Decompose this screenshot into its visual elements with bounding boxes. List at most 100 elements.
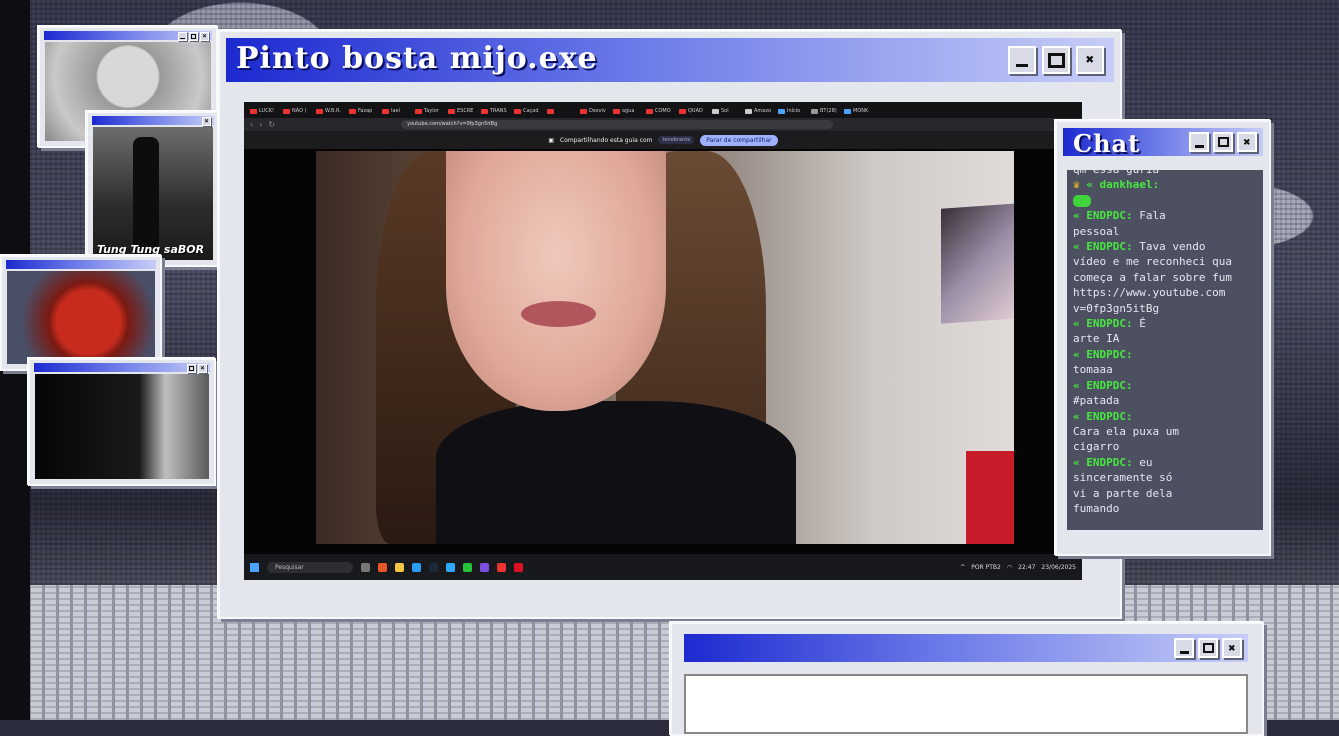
browser-tab[interactable]: lael (382, 106, 412, 116)
window-controls: ✖ (1189, 132, 1257, 152)
close-button[interactable]: × (200, 32, 209, 41)
clock-time[interactable]: 22:47 (1018, 564, 1035, 571)
browser-tab[interactable]: Fazap (349, 106, 379, 116)
browser-tab[interactable]: MONK (844, 106, 874, 116)
emote-icon (1073, 194, 1091, 207)
windows-taskbar: Pesquisar ^ POR PTB2 ◠ 22:47 23/06/2025 (244, 554, 1082, 580)
browser-tab-active[interactable] (547, 106, 577, 116)
url-field[interactable]: youtube.com/watch?v=0fp3gn5itBg (401, 120, 834, 129)
browser-tab[interactable]: BT(28) (811, 106, 841, 116)
chat-text: É (1132, 317, 1146, 331)
chat-username[interactable]: ENDPDC: (1086, 209, 1132, 222)
folder-icon[interactable] (395, 562, 404, 572)
dark-room-titlebar[interactable]: × (34, 363, 210, 373)
close-button[interactable]: ✖ (1237, 132, 1257, 152)
app-icon[interactable] (514, 562, 523, 572)
chat-text: vídeo e me reconheci qua (1073, 255, 1232, 269)
black-shirt (436, 401, 796, 544)
chat-username[interactable]: ENDPDC: (1086, 240, 1132, 253)
maximize-button[interactable] (1213, 132, 1233, 152)
browser-tab[interactable]: ESCRE (448, 106, 478, 116)
webcam-titlebar[interactable]: × (44, 31, 212, 41)
chat-titlebar[interactable]: Chat ✖ (1063, 128, 1263, 158)
chat-username[interactable]: ENDPDC: (1086, 317, 1132, 330)
chat-username[interactable]: ENDPDC: (1086, 379, 1132, 392)
chat-message-line: « ENDPDC: (1073, 378, 1263, 393)
minimize-button[interactable] (1174, 638, 1194, 658)
close-button[interactable]: × (202, 117, 211, 126)
browser-tab[interactable]: Sol (712, 106, 742, 116)
browser-tab[interactable]: Caçad (514, 106, 544, 116)
clock-date[interactable]: 23/06/2025 (1041, 564, 1076, 571)
angry-bird-titlebar[interactable] (6, 260, 156, 269)
maximize-button[interactable] (187, 364, 196, 373)
taskbar-search[interactable]: Pesquisar (267, 561, 353, 573)
minimize-button[interactable] (1008, 46, 1036, 74)
app-icon[interactable] (497, 562, 506, 572)
steam-icon[interactable] (429, 562, 438, 572)
browser-tab[interactable]: Desviv (580, 106, 610, 116)
bottom-titlebar[interactable]: ✖ (684, 634, 1248, 662)
chat-message-line (1073, 193, 1263, 208)
close-button[interactable]: × (198, 364, 207, 373)
task-view-icon[interactable] (361, 562, 370, 572)
youtube-icon (349, 108, 356, 114)
window-controls: ✖ (1174, 638, 1242, 658)
meme-window[interactable]: × Tung Tung saBOR (86, 111, 220, 267)
browser-tab[interactable]: COMO (646, 106, 676, 116)
maximize-button[interactable] (1198, 638, 1218, 658)
chat-message-line: « ENDPDC: Fala (1073, 208, 1263, 223)
stop-sharing-button[interactable]: Parar de compartilhar (700, 134, 778, 146)
dark-room-window[interactable]: × (28, 358, 216, 486)
reload-icon[interactable]: ↻ (268, 120, 275, 129)
meme-titlebar[interactable]: × (92, 116, 214, 126)
chat-window[interactable]: Chat ✖ qm essa guria♛ « dankhael:« ENDPD… (1055, 120, 1271, 556)
chat-message-line: « ENDPDC: É (1073, 316, 1263, 331)
chat-username[interactable]: ENDPDC: (1086, 456, 1132, 469)
browser-tab[interactable]: LUCK! (250, 106, 280, 116)
browser-tab[interactable]: Amazo (745, 106, 775, 116)
back-icon[interactable]: ‹ (250, 120, 253, 129)
chat-username[interactable]: ENDPDC: (1086, 348, 1132, 361)
minimize-button[interactable] (178, 32, 187, 41)
chat-message-line: fumando (1073, 501, 1263, 516)
chat-messages[interactable]: qm essa guria♛ « dankhael:« ENDPDC: Fala… (1067, 170, 1263, 530)
browser-tab[interactable]: W.B.R. (316, 106, 346, 116)
bottom-window[interactable]: ✖ (670, 622, 1264, 736)
windows-start-icon[interactable] (250, 562, 259, 572)
chat-text: qm essa guria (1073, 170, 1159, 176)
chat-text: tomaaa (1073, 363, 1113, 377)
angry-bird-window[interactable] (0, 255, 162, 371)
chat-username[interactable]: ENDPDC: (1086, 410, 1132, 423)
browser-tab[interactable]: TRANS (481, 106, 511, 116)
main-titlebar[interactable]: Pinto bosta mijo.exe ✖ (226, 38, 1114, 82)
browser-tab[interactable]: Início (778, 106, 808, 116)
tab-icon (745, 108, 752, 114)
share-text: Compartilhando esta guia com (560, 136, 653, 144)
chat-username[interactable]: dankhael: (1100, 178, 1160, 191)
photoshop-icon[interactable] (446, 562, 455, 572)
edge-icon[interactable] (412, 562, 421, 572)
wifi-icon[interactable]: ◠ (1007, 564, 1012, 571)
video-player[interactable] (244, 149, 1082, 554)
chevron-up-icon[interactable]: ^ (960, 564, 965, 571)
window-controls: × (202, 117, 211, 126)
maximize-button[interactable] (189, 32, 198, 41)
minimize-button[interactable] (1189, 132, 1209, 152)
app-icon[interactable] (480, 562, 489, 572)
chat-text: Tava vendo (1132, 240, 1206, 254)
browser-tab[interactable]: Taylor (415, 106, 445, 116)
app-icon[interactable] (463, 562, 472, 572)
close-button[interactable]: ✖ (1076, 46, 1104, 74)
brave-icon[interactable] (378, 562, 387, 572)
close-button[interactable]: ✖ (1222, 638, 1242, 658)
forward-icon[interactable]: › (259, 120, 262, 129)
browser-tab[interactable]: NÃO ( (283, 106, 313, 116)
chat-badge-icon: « (1073, 317, 1087, 331)
main-window[interactable]: Pinto bosta mijo.exe ✖ LUCK! NÃO ( W.B.R… (218, 30, 1122, 619)
browser-tab[interactable]: QUAD (679, 106, 709, 116)
lang-indicator[interactable]: POR PTB2 (971, 564, 1001, 571)
chat-badge-icon: « (1073, 409, 1087, 423)
browser-tab[interactable]: agua (613, 106, 643, 116)
maximize-button[interactable] (1042, 46, 1070, 74)
